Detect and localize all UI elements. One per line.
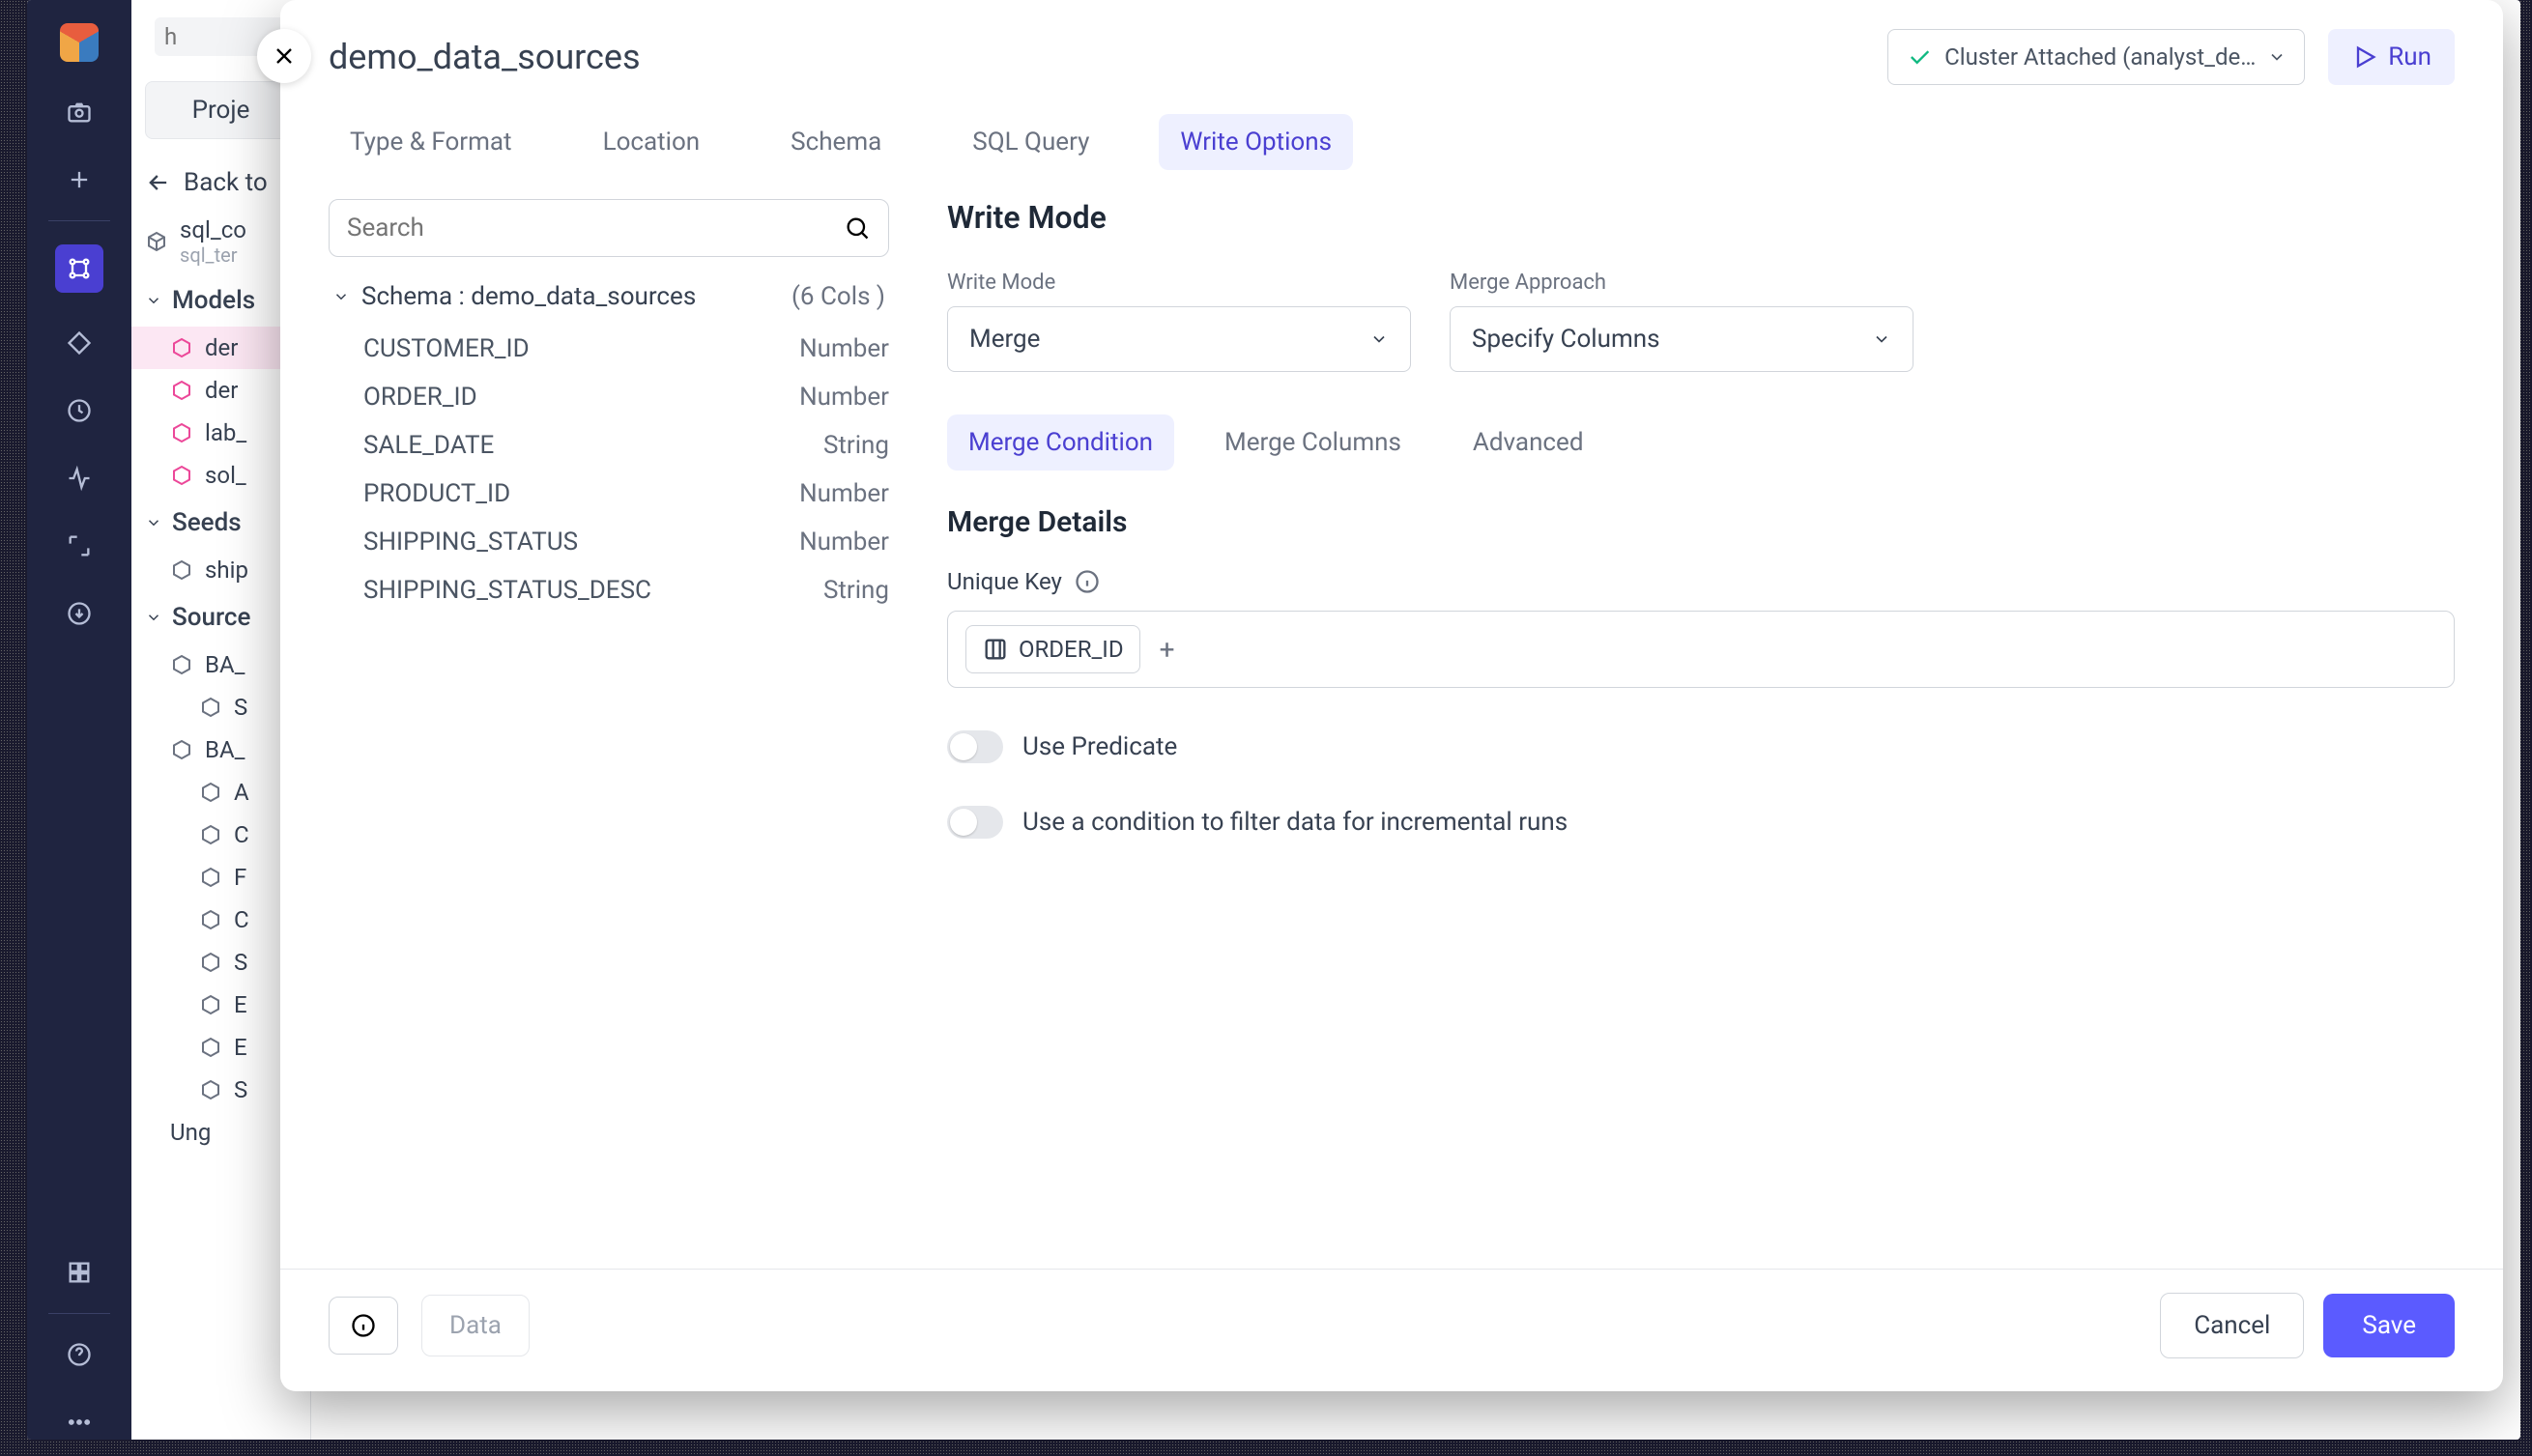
grid-icon[interactable] <box>62 1255 97 1290</box>
hex-icon <box>199 908 222 931</box>
expand-icon[interactable] <box>62 528 97 563</box>
incremental-filter-row: Use a condition to filter data for incre… <box>947 806 2455 839</box>
rail-separator <box>48 1313 111 1314</box>
modal-title: demo_data_sources <box>329 37 641 77</box>
hex-icon <box>199 866 222 889</box>
schema-column-row[interactable]: ORDER_IDNumber <box>329 373 889 421</box>
clock-icon[interactable] <box>62 393 97 428</box>
schema-search-input[interactable] <box>347 214 844 243</box>
schema-column-row[interactable]: PRODUCT_IDNumber <box>329 470 889 518</box>
tab-type-format[interactable]: Type & Format <box>329 114 533 170</box>
rail-separator <box>48 220 111 221</box>
key-chip[interactable]: ORDER_ID <box>965 625 1140 673</box>
play-icon <box>2351 43 2378 71</box>
chevron-down-icon <box>2267 47 2287 67</box>
chevron-down-icon <box>145 514 162 531</box>
write-mode-heading: Write Mode <box>947 199 2455 236</box>
incremental-filter-toggle[interactable] <box>947 806 1003 839</box>
unique-key-label: Unique Key <box>947 568 2455 595</box>
hex-icon <box>170 738 193 761</box>
arrow-left-icon <box>145 169 172 196</box>
hex-icon <box>199 1036 222 1059</box>
unique-key-input[interactable]: ORDER_ID + <box>947 611 2455 688</box>
hex-icon <box>199 951 222 974</box>
merge-approach-select[interactable]: Specify Columns <box>1450 306 1913 372</box>
save-button[interactable]: Save <box>2323 1294 2455 1357</box>
write-mode-label: Write Mode <box>947 271 1411 295</box>
close-icon <box>271 43 298 70</box>
data-button[interactable]: Data <box>421 1295 530 1356</box>
hex-icon <box>170 336 193 359</box>
activity-icon[interactable] <box>62 461 97 496</box>
info-icon[interactable] <box>1074 568 1101 595</box>
hex-icon <box>199 1078 222 1101</box>
chevron-down-icon <box>332 288 350 305</box>
project-button[interactable]: Proje <box>145 81 297 139</box>
tab-location[interactable]: Location <box>582 114 722 170</box>
download-icon[interactable] <box>62 596 97 631</box>
column-icon <box>982 636 1009 663</box>
hex-icon <box>199 696 222 719</box>
app-logo <box>60 23 99 62</box>
hex-icon <box>199 993 222 1016</box>
run-button[interactable]: Run <box>2328 29 2455 85</box>
plus-icon[interactable] <box>62 162 97 197</box>
schema-column-row[interactable]: SHIPPING_STATUSNumber <box>329 518 889 566</box>
search-icon <box>844 214 871 242</box>
camera-icon[interactable] <box>62 95 97 129</box>
hex-icon <box>170 464 193 487</box>
chevron-down-icon <box>1369 326 1389 353</box>
chevron-down-icon <box>145 292 162 309</box>
check-icon <box>1906 43 1933 71</box>
cluster-selector[interactable]: Cluster Attached (analyst_de… <box>1887 29 2305 85</box>
write-mode-select[interactable]: Merge <box>947 306 1411 372</box>
tab-schema[interactable]: Schema <box>769 114 903 170</box>
diamond-icon[interactable] <box>62 326 97 360</box>
cancel-button[interactable]: Cancel <box>2160 1293 2304 1358</box>
merge-approach-label: Merge Approach <box>1450 271 1913 295</box>
schema-search[interactable] <box>329 199 889 257</box>
hex-icon <box>199 823 222 846</box>
help-icon[interactable] <box>62 1337 97 1372</box>
editor-modal: demo_data_sources Cluster Attached (anal… <box>280 0 2503 1391</box>
schema-column-row[interactable]: CUSTOMER_IDNumber <box>329 325 889 373</box>
merge-subtabs: Merge Condition Merge Columns Advanced <box>947 414 2455 471</box>
schema-header[interactable]: Schema : demo_data_sources (6 Cols ) <box>332 282 885 311</box>
info-button[interactable] <box>329 1297 398 1355</box>
hex-icon <box>199 781 222 804</box>
modal-tabs: Type & Format Location Schema SQL Query Writ… <box>280 95 2503 170</box>
hex-icon <box>170 379 193 402</box>
chevron-down-icon <box>145 609 162 626</box>
merge-details-heading: Merge Details <box>947 505 2455 539</box>
close-button[interactable] <box>257 29 311 83</box>
tab-write-options[interactable]: Write Options <box>1159 114 1353 170</box>
subtab-merge-condition[interactable]: Merge Condition <box>947 414 1174 471</box>
schema-column-row[interactable]: SALE_DATEString <box>329 421 889 470</box>
info-icon <box>350 1312 377 1339</box>
use-predicate-row: Use Predicate <box>947 730 2455 763</box>
chevron-down-icon <box>1872 326 1891 353</box>
hex-icon <box>170 558 193 582</box>
use-predicate-toggle[interactable] <box>947 730 1003 763</box>
add-key-button[interactable]: + <box>1160 634 1175 666</box>
cube-icon <box>145 230 168 253</box>
more-icon[interactable] <box>62 1405 97 1440</box>
schema-column-row[interactable]: SHIPPING_STATUS_DESCString <box>329 566 889 614</box>
subtab-merge-columns[interactable]: Merge Columns <box>1203 414 1423 471</box>
tab-sql-query[interactable]: SQL Query <box>951 114 1110 170</box>
hex-icon <box>170 421 193 444</box>
pipeline-icon[interactable] <box>55 244 103 293</box>
hex-icon <box>170 653 193 676</box>
subtab-advanced[interactable]: Advanced <box>1452 414 1605 471</box>
left-rail <box>27 0 131 1440</box>
